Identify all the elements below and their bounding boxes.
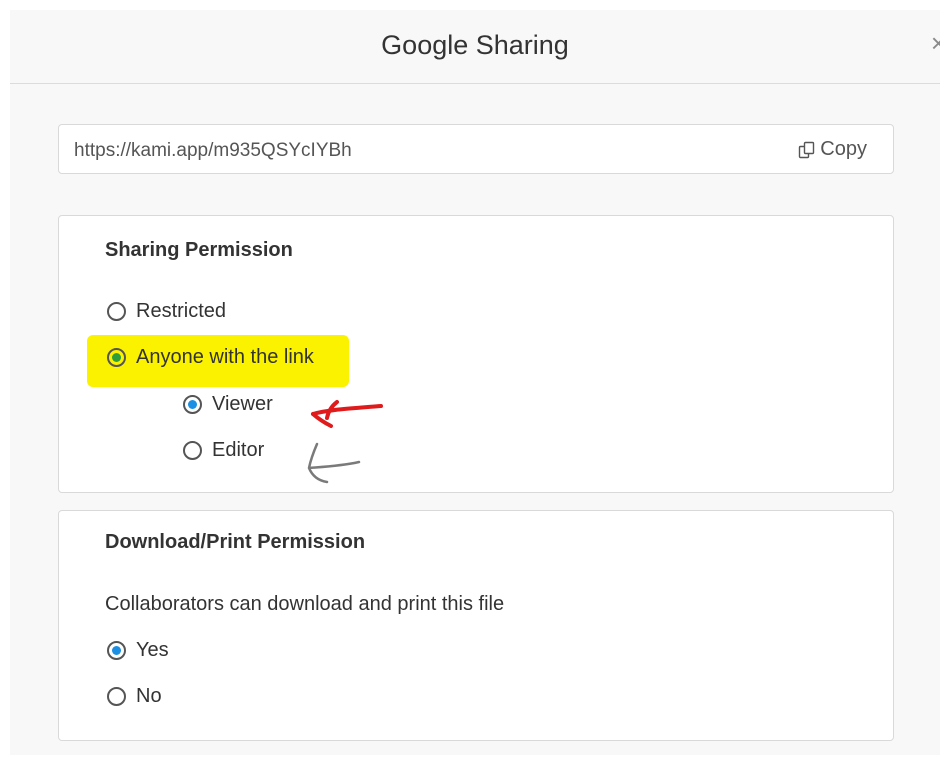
radio-label: No	[136, 685, 162, 707]
radio-button[interactable]	[107, 641, 126, 660]
copy-button[interactable]: Copy	[798, 138, 867, 161]
radio-button[interactable]	[183, 441, 202, 460]
radio-viewer[interactable]: Viewer	[183, 393, 273, 416]
radio-editor[interactable]: Editor	[183, 439, 264, 462]
radio-label: Restricted	[136, 300, 227, 322]
radio-button[interactable]	[107, 302, 126, 321]
radio-restricted[interactable]: Restricted	[107, 300, 226, 323]
radio-label: Anyone with the link	[136, 346, 314, 368]
copy-label: Copy	[820, 138, 867, 160]
download-print-permission-card: Download/Print Permission Collaborators …	[58, 510, 894, 741]
download-permission-title: Download/Print Permission	[105, 531, 366, 553]
red-arrow-annotation	[311, 400, 383, 420]
dialog-header: Google Sharing ×	[10, 10, 940, 84]
radio-label: Editor	[212, 439, 265, 461]
sharing-permission-title: Sharing Permission	[105, 239, 293, 261]
radio-anyone-with-link[interactable]: Anyone with the link	[107, 346, 314, 369]
red-arrow-tail	[311, 412, 333, 428]
radio-button[interactable]	[107, 687, 126, 706]
radio-no[interactable]: No	[107, 685, 162, 708]
download-permission-description: Collaborators can download and print thi…	[105, 593, 505, 615]
share-link-url[interactable]: https://kami.app/m935QSYcIYBh	[74, 140, 352, 162]
top-margin	[0, 0, 940, 10]
dialog-title: Google Sharing	[381, 30, 569, 60]
radio-button[interactable]	[183, 395, 202, 414]
radio-yes[interactable]: Yes	[107, 639, 169, 662]
close-icon[interactable]: ×	[931, 30, 940, 56]
radio-label: Yes	[136, 639, 169, 661]
share-link-field[interactable]: https://kami.app/m935QSYcIYBh Copy	[58, 124, 894, 174]
google-sharing-dialog: Google Sharing × https://kami.app/m935QS…	[10, 10, 940, 755]
radio-button[interactable]	[107, 348, 126, 367]
radio-label: Viewer	[212, 393, 273, 415]
sharing-permission-card: Sharing Permission Restricted Anyone wit…	[58, 215, 894, 493]
copy-icon	[798, 141, 816, 159]
gray-arrow-annotation	[307, 442, 361, 484]
